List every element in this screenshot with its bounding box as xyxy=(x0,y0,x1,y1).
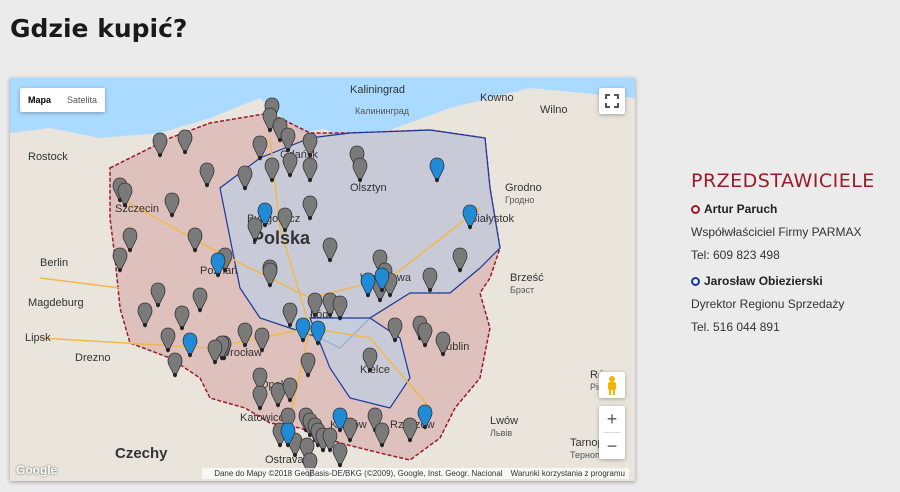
city-label: Grodno xyxy=(505,182,542,194)
city-label-alt: Львів xyxy=(490,428,512,438)
city-label-alt: Брэст xyxy=(510,285,534,295)
city-label: Rostock xyxy=(28,151,68,163)
city-label: Lipsk xyxy=(25,332,51,344)
page-title: Gdzie kupić? xyxy=(10,14,188,43)
city-label: Kowno xyxy=(480,92,514,104)
fullscreen-icon xyxy=(605,94,619,108)
city-label: Olsztyn xyxy=(350,182,387,194)
city-label: Magdeburg xyxy=(28,297,84,309)
representative-name: Jarosław Obiezierski xyxy=(691,274,896,288)
representative-phone[interactable]: Tel. 516 044 891 xyxy=(691,320,896,334)
city-label: Kielce xyxy=(360,364,390,376)
city-label-alt: Калининград xyxy=(355,106,410,116)
representative-name: Artur Paruch xyxy=(691,202,896,216)
pegman-icon xyxy=(608,376,616,395)
google-logo: Google xyxy=(16,463,58,477)
map-type-satellite-button[interactable]: Satelita xyxy=(59,88,105,112)
city-label: Katowice xyxy=(240,412,285,424)
city-label: Berlin xyxy=(40,257,68,269)
representative-phone[interactable]: Tel: 609 823 498 xyxy=(691,248,896,262)
map-marker-gray[interactable] xyxy=(332,442,348,468)
attribution-text: Dane do Mapy ©2018 GeoBasis-DE/BKG (©200… xyxy=(214,469,503,478)
city-label: Ostrava xyxy=(265,454,304,466)
terms-link[interactable]: Warunki korzystania z programu xyxy=(511,469,625,478)
map-attribution: Dane do Mapy ©2018 GeoBasis-DE/BKG (©200… xyxy=(202,468,629,479)
city-label: Drezno xyxy=(75,352,110,364)
map-type-control: Mapa Satelita xyxy=(20,88,106,112)
city-label: Czechy xyxy=(115,445,168,462)
map-marker-gray[interactable] xyxy=(167,352,183,378)
map-canvas[interactable]: PolskaSzczecinBydgoszczPoznańWrocławŁódź… xyxy=(10,78,635,481)
city-label: Lwów xyxy=(490,415,518,427)
representatives-heading: PRZEDSTAWICIELE xyxy=(691,170,875,192)
city-label: Kaliningrad xyxy=(350,84,405,96)
representative-role: Współwłaściciel Firmy PARMAX xyxy=(691,225,862,239)
city-label-alt: Гродно xyxy=(505,195,534,205)
zoom-in-button[interactable]: + xyxy=(599,406,625,432)
representative-role: Dyrektor Regionu Sprzedaży xyxy=(691,297,845,311)
city-label: Szczecin xyxy=(115,203,159,215)
zoom-out-button[interactable]: − xyxy=(599,433,625,459)
red-ring-icon xyxy=(691,204,700,214)
representative-name-text: Artur Paruch xyxy=(704,202,778,216)
city-label: Wilno xyxy=(540,104,568,116)
representative-name-text: Jarosław Obiezierski xyxy=(704,274,823,288)
blue-ring-icon xyxy=(691,276,700,286)
representative-2: Jarosław Obiezierski Dyrektor Regionu Sp… xyxy=(691,274,896,334)
street-view-button[interactable] xyxy=(599,372,625,398)
map[interactable]: PolskaSzczecinBydgoszczPoznańWrocławŁódź… xyxy=(10,78,635,481)
fullscreen-button[interactable] xyxy=(599,88,625,114)
representative-1: Artur Paruch Współwłaściciel Firmy PARMA… xyxy=(691,202,896,262)
representatives-panel: PRZEDSTAWICIELE Artur Paruch Współwłaści… xyxy=(691,170,896,346)
city-label: Brześć xyxy=(510,272,544,284)
map-type-map-button[interactable]: Mapa xyxy=(20,88,59,112)
zoom-control: + − xyxy=(599,406,625,459)
